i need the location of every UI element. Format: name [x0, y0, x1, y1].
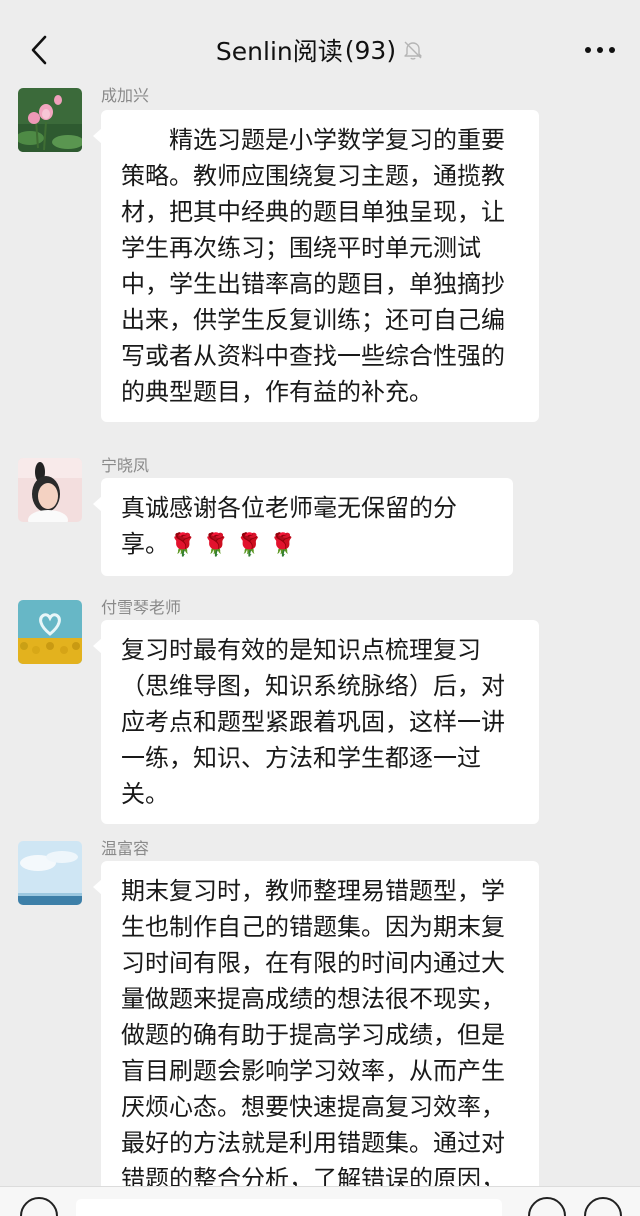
- message-text: 期末复习时，教师整理易错题型，学生也制作自己的错题集。因为期末复习时间有限，在有…: [121, 877, 505, 1186]
- sender-name: 温富容: [101, 839, 150, 858]
- lotus-avatar[interactable]: [18, 88, 82, 152]
- message-bubble[interactable]: 真诚感谢各位老师毫无保留的分享。🌹🌹🌹🌹: [93, 478, 513, 576]
- sunflower-heart-avatar[interactable]: [18, 600, 82, 664]
- bell-off-icon: [404, 41, 422, 60]
- plus-button[interactable]: [584, 1197, 622, 1216]
- chat-header: Senlin阅读 (93): [0, 0, 640, 84]
- message-bubble[interactable]: 精选习题是小学数学复习的重要策略。教师应围绕复习主题，通揽教材，把其中经典的题目…: [93, 110, 539, 422]
- message-text: 复习时最有效的是知识点梳理复习（思维导图，知识系统脉络）后，对应考点和题型紧跟着…: [121, 636, 505, 808]
- message-text: 精选习题是小学数学复习的重要策略。教师应围绕复习主题，通揽教材，把其中经典的题目…: [121, 126, 505, 406]
- voice-button[interactable]: [20, 1197, 58, 1216]
- sender-name: 宁晓凤: [101, 456, 150, 475]
- chat-title: Senlin阅读 (93): [0, 30, 640, 70]
- more-button[interactable]: [582, 38, 618, 62]
- more-dots-icon: [585, 47, 615, 53]
- message-bubble[interactable]: 期末复习时，教师整理易错题型，学生也制作自己的错题集。因为期末复习时间有限，在有…: [93, 861, 539, 1186]
- chat-message-list[interactable]: 成加兴 精选习题是小学数学复习的重要策略。教师应围绕复习主题，通揽教材，把其中经…: [0, 84, 640, 1186]
- rose-emoji: 🌹🌹🌹🌹: [169, 533, 303, 558]
- input-bar: [0, 1186, 640, 1216]
- member-count: (93): [344, 35, 397, 65]
- emoji-button[interactable]: [528, 1197, 566, 1216]
- message-input[interactable]: [76, 1199, 502, 1216]
- sender-name: 付雪琴老师: [101, 598, 182, 617]
- sky-avatar[interactable]: [18, 841, 82, 905]
- group-name: Senlin阅读: [215, 37, 343, 66]
- sender-name: 成加兴: [101, 86, 150, 105]
- message-bubble[interactable]: 复习时最有效的是知识点梳理复习（思维导图，知识系统脉络）后，对应考点和题型紧跟着…: [93, 620, 539, 824]
- message-text: 真诚感谢各位老师毫无保留的分享。🌹🌹🌹🌹: [121, 490, 495, 564]
- woman-avatar[interactable]: [18, 458, 82, 522]
